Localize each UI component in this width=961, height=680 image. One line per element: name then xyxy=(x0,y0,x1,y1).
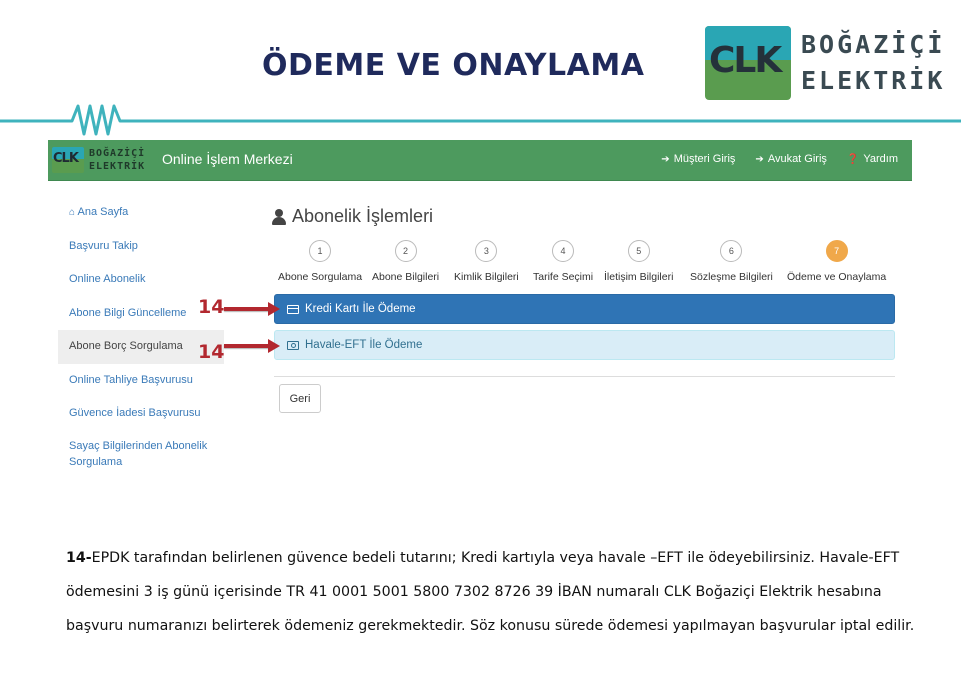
divider xyxy=(274,376,895,377)
kredi-karti-ile-odeme-button[interactable]: Kredi Kartı İle Ödeme xyxy=(274,294,895,324)
navbar-logo[interactable]: CLK BOĞAZİÇİ ELEKTRİK xyxy=(52,145,156,175)
app-navbar: CLK BOĞAZİÇİ ELEKTRİK Online İşlem Merke… xyxy=(48,140,912,181)
divider-wave xyxy=(0,104,961,136)
step-5[interactable]: 5 İletişim Bilgileri xyxy=(604,240,673,283)
step-7[interactable]: 7 Ödeme ve Onaylama xyxy=(787,240,886,283)
sidebar: ⌂ Ana Sayfa Başvuru Takip Online Aboneli… xyxy=(58,196,224,470)
musteri-giris-link[interactable]: ➔ Müşteri Giriş xyxy=(661,153,735,165)
step-6[interactable]: 6 Sözleşme Bilgileri xyxy=(690,240,773,283)
step-3[interactable]: 3 Kimlik Bilgileri xyxy=(454,240,519,283)
wizard-steps: 1 Abone Sorgulama 2 Abone Bilgileri 3 Ki… xyxy=(272,240,898,288)
slide-title: ÖDEME VE ONAYLAMA xyxy=(262,48,645,83)
sidebar-item-basvuru-takip[interactable]: Başvuru Takip xyxy=(58,230,224,264)
avukat-giris-link[interactable]: ➔ Avukat Giriş xyxy=(755,153,826,165)
annotation-arrow xyxy=(224,302,280,316)
navbar-links: ➔ Müşteri Giriş ➔ Avukat Giriş ❓ Yardım xyxy=(661,153,898,165)
sidebar-item-ana-sayfa[interactable]: ⌂ Ana Sayfa xyxy=(58,196,224,230)
step-4[interactable]: 4 Tarife Seçimi xyxy=(533,240,593,283)
money-icon xyxy=(287,340,299,350)
geri-button[interactable]: Geri xyxy=(279,384,321,413)
main-content: Abonelik İşlemleri 1 Abone Sorgulama 2 A… xyxy=(272,206,898,413)
sidebar-item-online-abonelik[interactable]: Online Abonelik xyxy=(58,263,224,297)
brand-name-line1: BOĞAZİÇİ xyxy=(801,30,946,59)
navbar-title[interactable]: Online İşlem Merkezi xyxy=(162,151,293,167)
brand-logo-mark: CLK xyxy=(705,26,791,100)
annotation-marker: 14 xyxy=(198,296,225,318)
sidebar-item-guvence-iadesi[interactable]: Güvence İadesi Başvurusu xyxy=(58,397,224,431)
sign-in-icon: ➔ xyxy=(661,153,670,165)
description-body: EPDK tarafından belirlenen güvence bedel… xyxy=(66,550,915,634)
sign-in-icon: ➔ xyxy=(755,153,764,165)
question-circle-icon: ❓ xyxy=(846,153,860,165)
yardim-link[interactable]: ❓ Yardım xyxy=(847,153,898,165)
description-number: 14- xyxy=(66,550,92,566)
description-text: 14-EPDK tarafından belirlenen güvence be… xyxy=(66,541,928,643)
havale-eft-ile-odeme-button[interactable]: Havale-EFT İle Ödeme xyxy=(274,330,895,360)
annotation-arrow xyxy=(224,339,280,353)
annotation-marker: 14 xyxy=(198,341,225,363)
brand-name-line2: ELEKTRİK xyxy=(801,66,946,95)
page-heading: Abonelik İşlemleri xyxy=(272,206,898,227)
brand-logo: CLK BOĞAZİÇİ ELEKTRİK xyxy=(705,26,945,102)
home-icon: ⌂ xyxy=(69,207,76,218)
sidebar-item-online-tahliye[interactable]: Online Tahliye Başvurusu xyxy=(58,364,224,398)
credit-card-icon xyxy=(287,304,299,314)
step-2[interactable]: 2 Abone Bilgileri xyxy=(372,240,439,283)
sidebar-item-sayac-bilgileri[interactable]: Sayaç Bilgilerinden Abonelik Sorgulama xyxy=(58,431,224,470)
step-1[interactable]: 1 Abone Sorgulama xyxy=(278,240,362,283)
user-icon xyxy=(272,208,286,225)
